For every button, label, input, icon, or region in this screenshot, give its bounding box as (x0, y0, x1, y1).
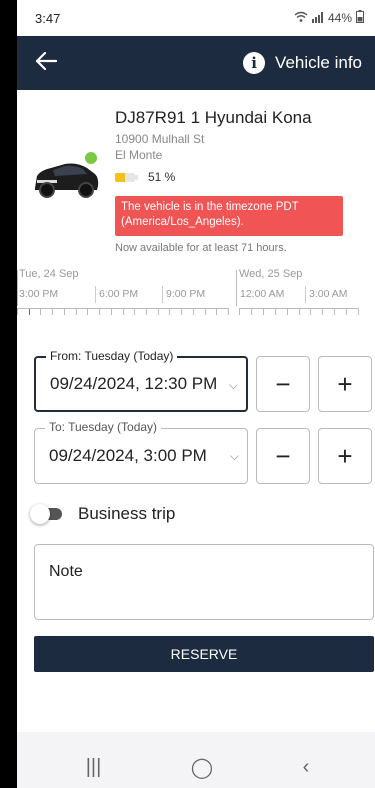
chevron-down-icon: ⌵ (228, 378, 238, 392)
from-datetime-field[interactable]: From: Tuesday (Today) 09/24/2024, 12:30 … (34, 349, 248, 412)
reserve-button[interactable]: RESERVE (34, 636, 374, 672)
note-field[interactable]: Note (34, 544, 374, 620)
timeline-tick (17, 309, 18, 315)
timeline-tick (334, 309, 335, 315)
timeline-tick (322, 309, 323, 315)
timeline-day-divider (236, 270, 237, 306)
timeline-tick (146, 309, 147, 315)
timeline-tick (193, 309, 194, 315)
timeline-separator (162, 286, 163, 303)
vehicle-info-label: Vehicle info (275, 53, 362, 72)
battery-fill (115, 172, 126, 182)
timeline-tick (87, 309, 88, 315)
timeline-tick (52, 309, 53, 315)
timezone-alert: The vehicle is in the timezone PDT (Amer… (115, 196, 343, 236)
timeline-tick (299, 309, 300, 315)
timeline-day-divider (17, 270, 18, 306)
online-status-dot (85, 152, 97, 164)
timeline-day: Wed, 25 Sep (239, 268, 303, 280)
to-row: To: Tuesday (Today) 09/24/2024, 3:00 PM … (34, 420, 372, 484)
status-bar: 3:47 44% (17, 0, 375, 36)
battery-tip (135, 174, 138, 180)
timeline-tick (205, 309, 206, 315)
timeline-tick (158, 309, 159, 315)
app-frame: 3:47 44% i Vehicle info DJ87R91 1 Hyunda… (17, 0, 375, 788)
business-trip-toggle[interactable]: Business trip (30, 504, 176, 524)
to-value: 09/24/2024, 3:00 PM (49, 446, 207, 465)
vehicle-battery: 51 % (115, 170, 175, 184)
timeline-tick (99, 309, 100, 315)
timeline-tick (64, 309, 65, 315)
battery-percent: 44% (327, 11, 352, 25)
vehicle-title: DJ87R91 1 Hyundai Kona (115, 108, 312, 127)
to-datetime-field[interactable]: To: Tuesday (Today) 09/24/2024, 3:00 PM … (34, 420, 248, 484)
timeline-day: Tue, 24 Sep (19, 268, 79, 280)
switch-knob (30, 504, 50, 524)
system-nav-bar: ||| ◯ ‹ (17, 746, 375, 788)
business-trip-label: Business trip (78, 504, 176, 523)
home-icon[interactable]: ◯ (191, 755, 213, 780)
timeline-time: 3:00 PM (19, 288, 59, 300)
timeline-time: 3:00 AM (309, 288, 348, 300)
timeline-track-wed (239, 308, 359, 315)
from-legend: From: Tuesday (Today) (46, 349, 178, 363)
chevron-down-icon: ⌵ (229, 449, 239, 463)
timeline-tick (275, 309, 276, 315)
timeline-tick (29, 309, 30, 315)
from-value: 09/24/2024, 12:30 PM (50, 374, 218, 393)
battery-label: 51 % (148, 170, 176, 184)
timeline-tick (40, 309, 41, 315)
timeline-tick (310, 309, 311, 315)
timeline-tick (358, 309, 359, 315)
timeline-time: 6:00 PM (99, 288, 139, 300)
timeline-tick (251, 309, 252, 315)
availability-timeline[interactable]: Tue, 24 Sep Wed, 25 Sep 3:00 PM 6:00 PM … (17, 268, 375, 332)
timeline-time: 9:00 PM (166, 288, 206, 300)
timeline-time: 12:00 AM (240, 288, 285, 300)
bottom-spacer (17, 732, 375, 746)
timeline-tick (111, 309, 112, 315)
app-bar: i Vehicle info (17, 36, 375, 90)
timeline-tick (76, 309, 77, 315)
to-increment-button[interactable]: + (318, 428, 372, 484)
status-right: 44% (294, 10, 364, 26)
timeline-tick (216, 309, 217, 315)
address-line1: 10900 Mulhall St (115, 132, 205, 146)
battery-icon (356, 10, 364, 26)
timeline-separator (95, 286, 96, 303)
info-icon: i (243, 52, 266, 74)
status-time: 3:47 (35, 10, 61, 26)
business-trip-switch[interactable] (30, 504, 62, 524)
address-line2: El Monte (115, 148, 163, 162)
wifi-icon (294, 11, 308, 26)
battery-bar (115, 172, 135, 182)
timeline-separator (305, 286, 306, 303)
from-decrement-button[interactable]: − (256, 356, 310, 412)
to-legend: To: Tuesday (Today) (45, 420, 162, 434)
timeline-tick (169, 309, 170, 315)
vehicle-info-button[interactable]: i Vehicle info (243, 52, 362, 74)
timeline-tick (346, 309, 347, 315)
timeline-tick (181, 309, 182, 315)
timeline-tick (134, 309, 135, 315)
timeline-track-tue (17, 308, 229, 315)
availability-text: Now available for at least 71 hours. (115, 242, 287, 254)
back-icon[interactable]: ‹ (303, 756, 310, 779)
vehicle-summary: DJ87R91 1 Hyundai Kona 10900 Mulhall St … (17, 90, 375, 260)
note-placeholder: Note (49, 563, 83, 580)
timeline-tick (263, 309, 264, 315)
timeline-tick (239, 309, 240, 315)
back-arrow-icon[interactable] (35, 51, 58, 75)
timeline-tick (123, 309, 124, 315)
from-increment-button[interactable]: + (318, 356, 372, 412)
recents-icon[interactable]: ||| (86, 756, 102, 779)
signal-icon (311, 11, 324, 26)
timeline-tick (228, 309, 229, 315)
from-row: From: Tuesday (Today) 09/24/2024, 12:30 … (34, 349, 372, 412)
to-decrement-button[interactable]: − (256, 428, 310, 484)
timeline-tick (287, 309, 288, 315)
